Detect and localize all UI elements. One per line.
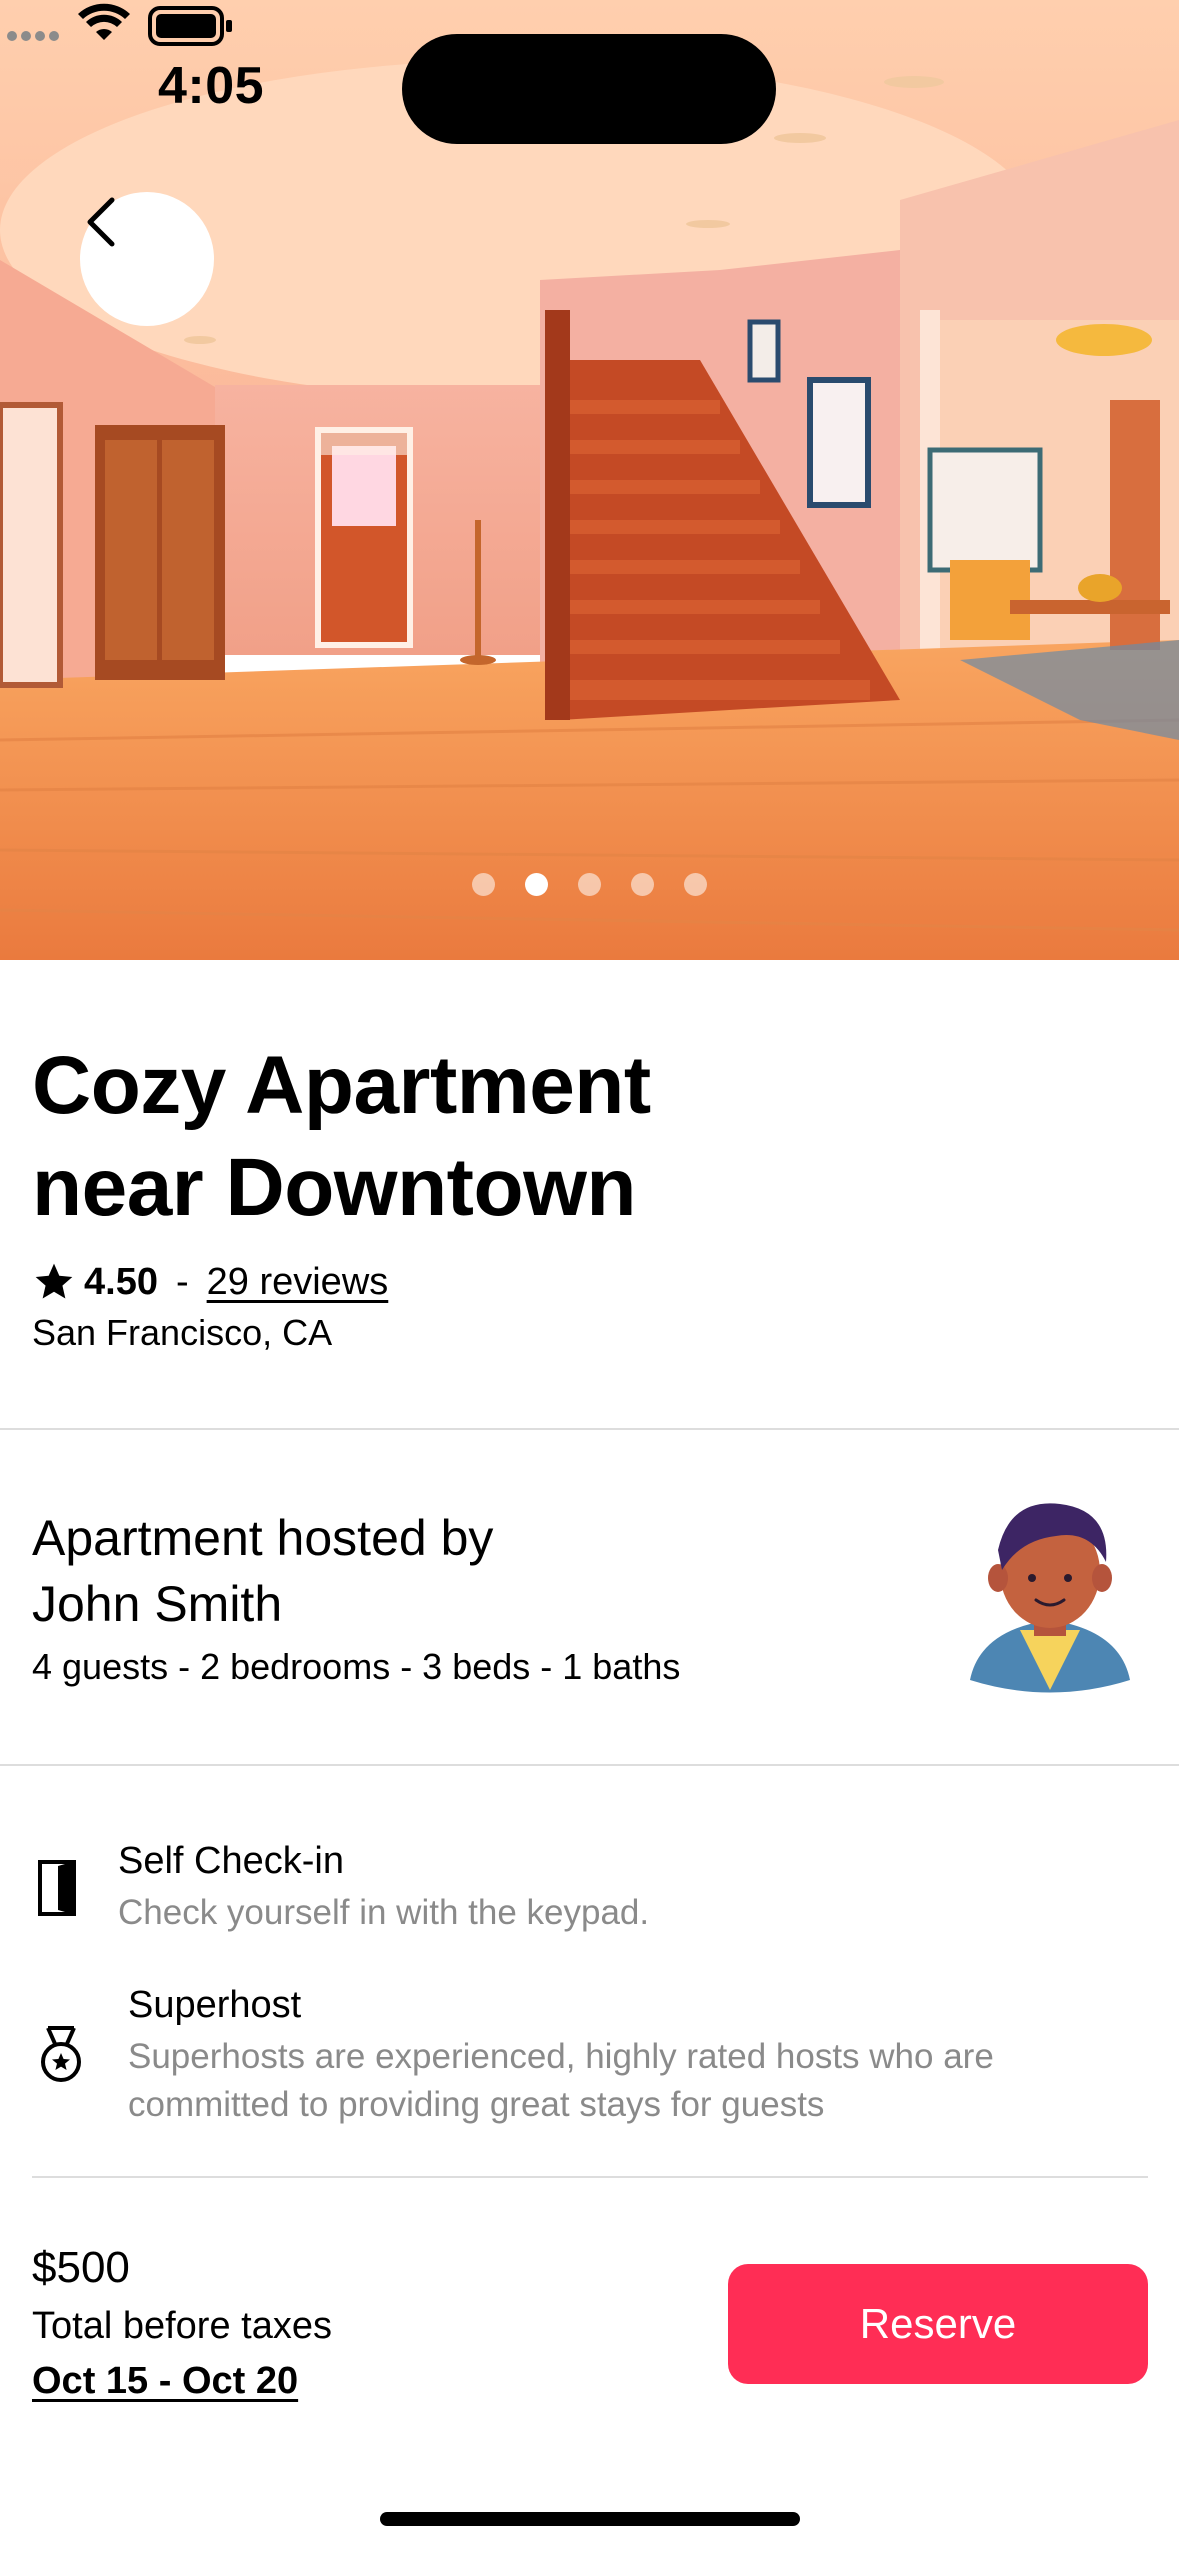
rating-row: 4.50 - 29 reviews — [32, 1252, 388, 1312]
feature-description: Superhosts are experienced, highly rated… — [128, 2033, 994, 2129]
battery-icon — [148, 6, 232, 46]
reviews-link[interactable]: 29 reviews — [207, 1261, 389, 1304]
price: $500 — [32, 2243, 130, 2292]
divider — [0, 1428, 1179, 1430]
back-button[interactable] — [80, 192, 214, 326]
host-title-line: John Smith — [32, 1576, 283, 1632]
chevron-left-icon — [87, 197, 115, 247]
host-avatar[interactable] — [960, 1490, 1140, 1700]
feature-title: Superhost — [128, 1984, 302, 2026]
pagination-dot[interactable] — [472, 873, 495, 896]
feature-description: Check yourself in with the keypad. — [118, 1893, 650, 1932]
feature-description-line: committed to providing great stays for g… — [128, 2085, 825, 2124]
rating-separator: - — [175, 1260, 189, 1303]
rating-value: 4.50 — [84, 1260, 158, 1303]
status-time: 4:05 — [158, 57, 265, 115]
feature-title: Self Check-in — [118, 1840, 344, 1882]
listing-location: San Francisco, CA — [32, 1312, 333, 1353]
star-icon — [35, 1263, 73, 1299]
divider — [0, 1764, 1179, 1766]
listing-photo[interactable]: 4:05 — [0, 0, 1179, 960]
pagination-dot[interactable] — [684, 873, 707, 896]
host-title-line: Apartment hosted by — [32, 1510, 494, 1566]
cellular-signal-icon — [7, 31, 59, 41]
pagination-dot[interactable] — [631, 873, 654, 896]
home-indicator — [380, 2512, 800, 2526]
door-icon — [38, 1860, 76, 1916]
price-note: Total before taxes — [32, 2305, 332, 2347]
medal-icon — [41, 2026, 81, 2082]
status-icons — [7, 3, 232, 46]
photo-pagination[interactable] — [0, 873, 1179, 896]
apartment-interior-illustration — [0, 0, 1179, 960]
divider — [32, 2176, 1148, 2178]
wifi-icon — [78, 3, 130, 40]
host-title: Apartment hosted by John Smith — [32, 1505, 732, 1637]
pagination-dot[interactable] — [578, 873, 601, 896]
listing-title-line: Cozy Apartment — [32, 1040, 651, 1131]
pagination-dot[interactable] — [525, 873, 548, 896]
stay-dates[interactable]: Oct 15 - Oct 20 — [32, 2360, 298, 2403]
dynamic-island — [402, 34, 776, 144]
listing-specs: 4 guests - 2 bedrooms - 3 beds - 1 baths — [32, 1646, 681, 1687]
listing-title: Cozy Apartment near Downtown — [32, 1035, 932, 1239]
feature-description-line: Superhosts are experienced, highly rated… — [128, 2037, 994, 2076]
reserve-button[interactable]: Reserve — [728, 2264, 1148, 2384]
listing-title-line: near Downtown — [32, 1142, 636, 1233]
